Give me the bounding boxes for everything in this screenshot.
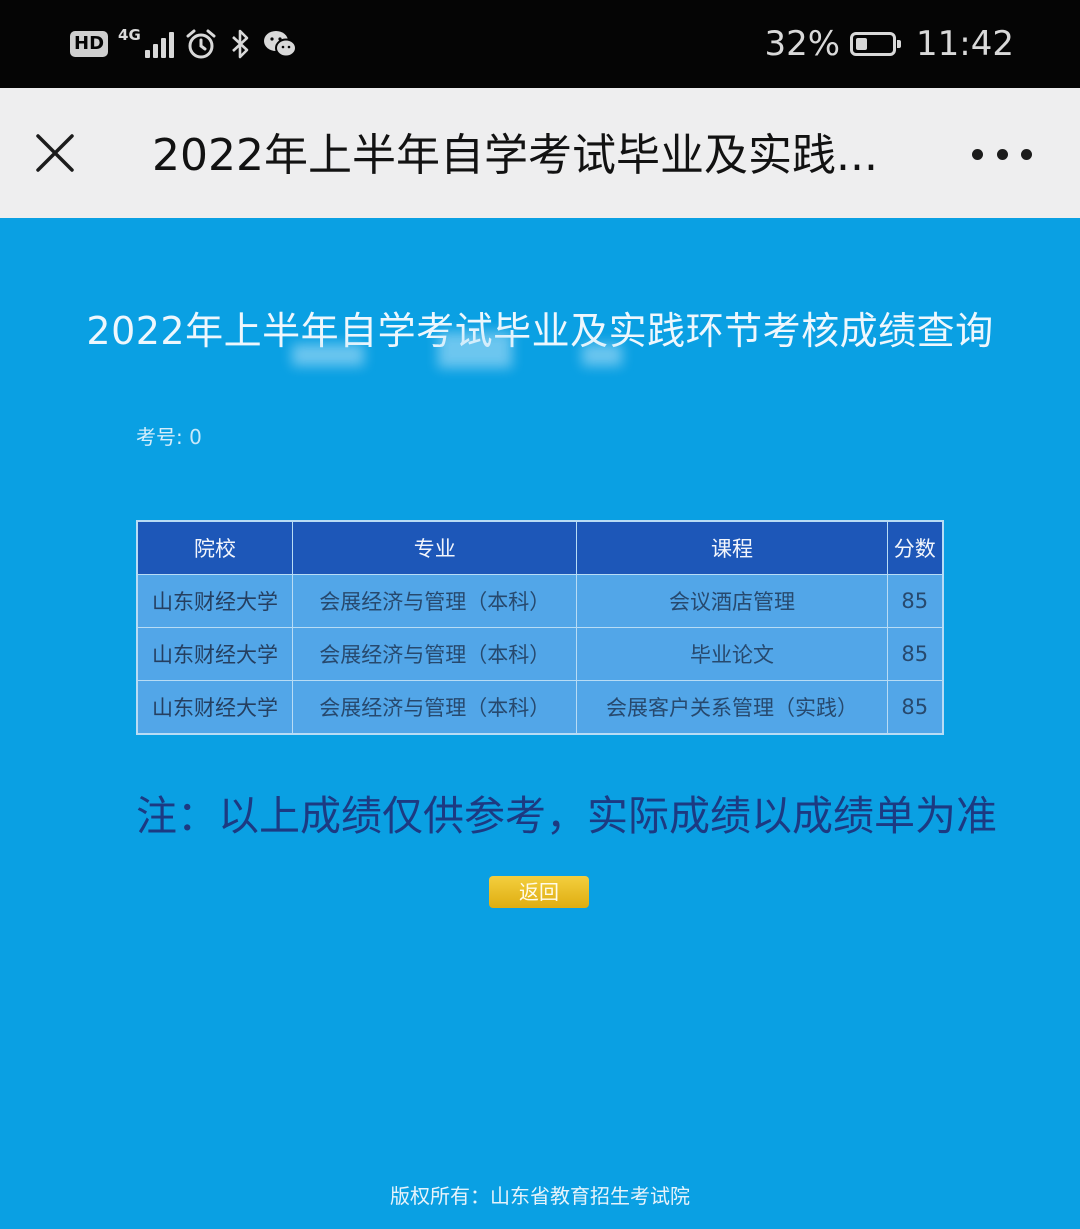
page-heading: 2022年上半年自学考试毕业及实践环节考核成绩查询 xyxy=(86,309,994,353)
blur-mask xyxy=(438,332,512,368)
phone-screen: HD 4G 32% 11:42 2022年上半年自学考试毕业及实践... 202… xyxy=(0,0,1080,1229)
cell-score: 85 xyxy=(886,574,944,628)
cell-school: 山东财经大学 xyxy=(136,574,294,628)
cell-major: 会展经济与管理（本科） xyxy=(292,680,578,735)
cell-course: 会展客户关系管理（实践） xyxy=(576,680,888,735)
status-icons-right: 32% 11:42 xyxy=(764,22,1014,66)
clock: 11:42 xyxy=(916,24,1014,64)
cell-school: 山东财经大学 xyxy=(136,680,294,735)
cell-school: 山东财经大学 xyxy=(136,627,294,681)
more-icon xyxy=(972,148,983,160)
battery-fill xyxy=(856,38,868,50)
battery-percent: 32% xyxy=(764,24,841,64)
score-table: 院校 专业 课程 分数 山东财经大学 会展经济与管理（本科） 会议酒店管理 85… xyxy=(136,520,944,735)
alarm-icon xyxy=(186,29,216,59)
cell-course: 会议酒店管理 xyxy=(576,574,888,628)
close-icon xyxy=(36,134,74,172)
back-button[interactable]: 返回 xyxy=(489,876,589,908)
more-icon-dot xyxy=(1021,148,1032,160)
cell-course: 毕业论文 xyxy=(576,627,888,681)
browser-title-bar: 2022年上半年自学考试毕业及实践... xyxy=(0,88,1080,218)
signal-icon xyxy=(144,30,174,58)
header-course: 课程 xyxy=(576,520,888,575)
hd-icon: HD xyxy=(70,31,109,57)
blur-mask xyxy=(292,344,364,366)
cell-major: 会展经济与管理（本科） xyxy=(292,574,578,628)
header-major: 专业 xyxy=(292,520,578,575)
more-button[interactable] xyxy=(972,140,1032,168)
cell-score: 85 xyxy=(886,627,944,681)
table-row: 山东财经大学 会展经济与管理（本科） 会展客户关系管理（实践） 85 xyxy=(136,680,944,735)
bluetooth-icon xyxy=(231,29,249,59)
disclaimer-note: 注：以上成绩仅供参考，实际成绩以成绩单为准 xyxy=(136,792,997,840)
network-type: 4G xyxy=(118,26,141,44)
copyright-footer: 版权所有：山东省教育招生考试院 xyxy=(390,1184,690,1208)
wechat-icon xyxy=(263,31,297,58)
exam-number: 考号: 0 xyxy=(136,421,202,450)
cell-major: 会展经济与管理（本科） xyxy=(292,627,578,681)
exam-number-label: 考号: xyxy=(136,425,183,449)
status-icons-left: HD 4G xyxy=(70,24,298,64)
exam-number-value: 0 xyxy=(189,425,202,449)
blur-mask xyxy=(582,344,622,366)
table-row: 山东财经大学 会展经济与管理（本科） 会议酒店管理 85 xyxy=(136,574,944,628)
more-icon-dot xyxy=(996,148,1008,160)
table-header-row: 院校 专业 课程 分数 xyxy=(136,520,944,575)
page-title: 2022年上半年自学考试毕业及实践... xyxy=(152,130,878,181)
cell-score: 85 xyxy=(886,680,944,735)
score-query-page: 2022年上半年自学考试毕业及实践环节考核成绩查询 考号: 0 院校 专业 课程… xyxy=(0,218,1080,1229)
header-score: 分数 xyxy=(886,520,944,575)
header-school: 院校 xyxy=(136,520,294,575)
battery-icon xyxy=(850,32,902,56)
status-bar: HD 4G 32% 11:42 xyxy=(0,0,1080,88)
table-row: 山东财经大学 会展经济与管理（本科） 毕业论文 85 xyxy=(136,627,944,681)
close-button[interactable] xyxy=(28,126,82,180)
